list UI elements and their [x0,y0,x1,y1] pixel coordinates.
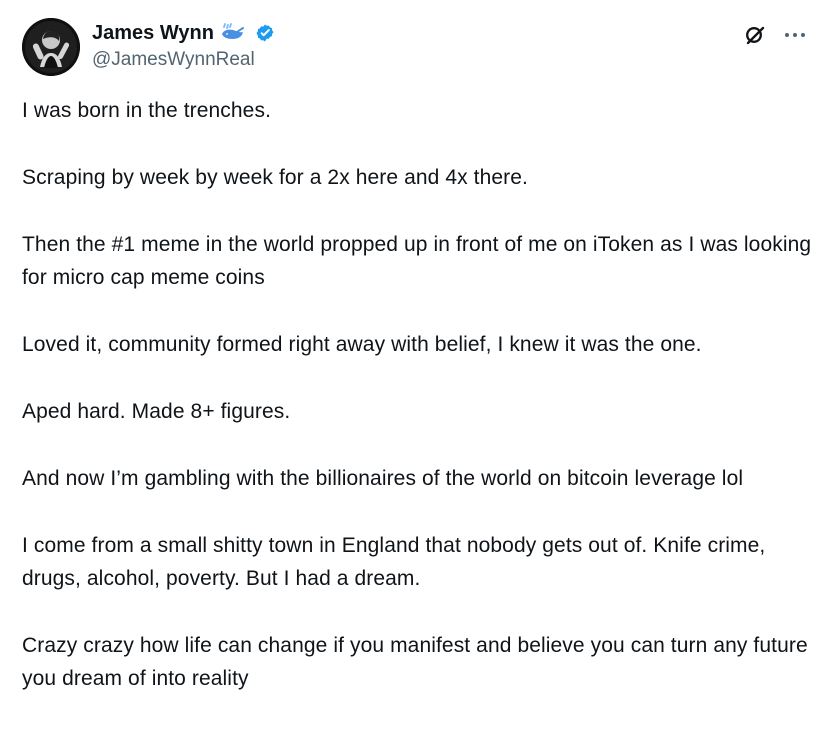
tweet-paragraph: Crazy crazy how life can change if you m… [22,634,808,690]
author-display-name[interactable]: James Wynn [92,22,214,44]
more-options-icon[interactable] [781,23,809,47]
tweet-paragraph: Aped hard. Made 8+ figures. [22,400,291,423]
tweet-paragraph: I was born in the trenches. [22,99,271,122]
tweet-paragraph: Scraping by week by week for a 2x here a… [22,166,528,189]
profile-photo [22,18,80,76]
tweet-header: James Wynn @JamesWynnReal [22,18,809,78]
author-avatar[interactable] [22,18,80,76]
tweet-paragraph: Loved it, community formed right away wi… [22,333,702,356]
author-name-row[interactable]: James Wynn [92,22,278,44]
tweet-text: I was born in the trenches. Scraping by … [22,94,817,695]
whale-icon [220,22,246,44]
tweet-top-actions [741,23,809,47]
tweet-paragraph: And now I’m gambling with the billionair… [22,467,744,490]
verified-badge-icon [252,22,278,44]
author-handle[interactable]: @JamesWynnReal [92,48,255,72]
tweet-card: James Wynn @JamesWynnReal I was born in … [0,0,827,742]
grok-icon[interactable] [741,23,769,47]
tweet-paragraph: Then the #1 meme in the world propped up… [22,233,812,289]
tweet-paragraph: I come from a small shitty town in Engla… [22,534,766,590]
